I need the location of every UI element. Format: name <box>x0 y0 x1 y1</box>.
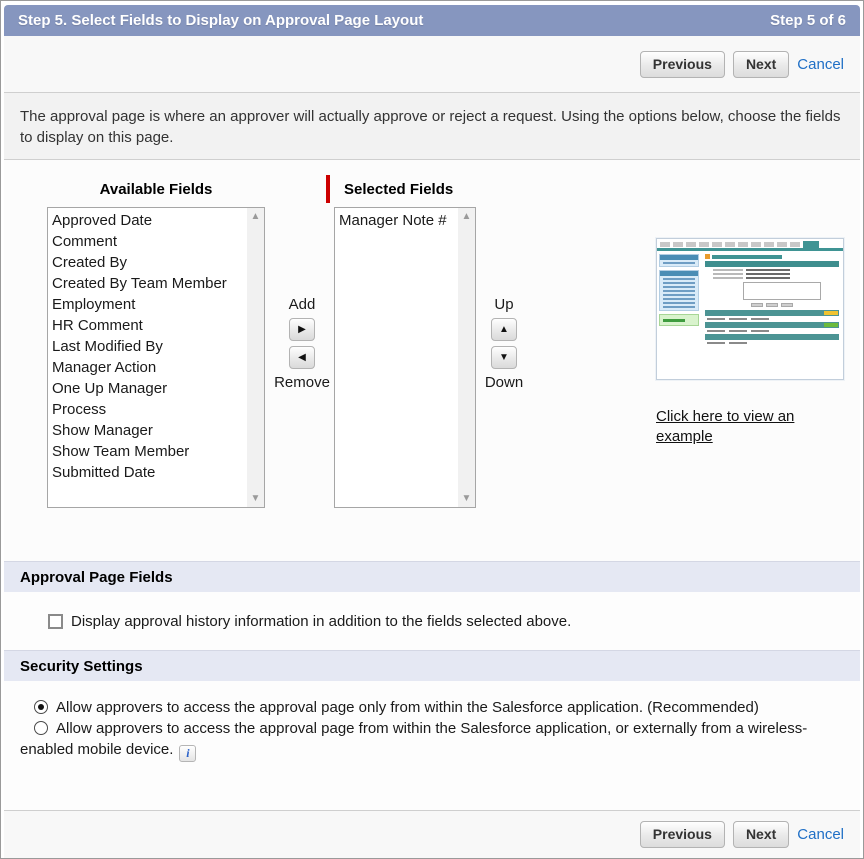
thumbnail-content <box>701 251 843 378</box>
list-item[interactable]: Manager Action <box>52 357 264 378</box>
add-label: Add <box>289 296 316 313</box>
list-item[interactable]: Approved Date <box>52 210 264 231</box>
scroll-up-icon[interactable]: ▲ <box>247 208 264 225</box>
list-item[interactable]: Created By <box>52 252 264 273</box>
scroll-down-icon[interactable]: ▼ <box>247 490 264 507</box>
page-description: The approval page is where an approver w… <box>4 93 860 160</box>
info-icon[interactable]: i <box>179 745 196 762</box>
list-item[interactable]: Created By Team Member <box>52 273 264 294</box>
selected-fields-items: Manager Note # <box>335 208 475 231</box>
section-title: Approval Page Fields <box>20 569 173 586</box>
scroll-up-icon[interactable]: ▲ <box>458 208 475 225</box>
down-label: Down <box>485 374 523 391</box>
wizard-header: Step 5. Select Fields to Display on Appr… <box>4 5 860 36</box>
up-button[interactable]: ▲ <box>491 318 517 341</box>
list-item[interactable]: Manager Note # <box>339 210 475 231</box>
next-button[interactable]: Next <box>733 51 789 78</box>
available-fields-label: Available Fields <box>47 181 265 198</box>
list-item[interactable]: Submitted Date <box>52 462 264 483</box>
display-history-checkbox[interactable] <box>48 614 63 629</box>
list-item[interactable]: Show Manager <box>52 420 264 441</box>
available-fields-listbox[interactable]: Approved Date Comment Created By Created… <box>47 207 265 508</box>
security-option-internal: Allow approvers to access the approval p… <box>20 697 844 718</box>
security-settings-band: Allow approvers to access the approval p… <box>4 681 860 810</box>
radio-mobile-allowed[interactable] <box>34 721 48 735</box>
previous-button[interactable]: Previous <box>640 51 725 78</box>
security-option-internal-label: Allow approvers to access the approval p… <box>56 699 759 716</box>
list-item[interactable]: Process <box>52 399 264 420</box>
right-arrow-icon: ▶ <box>298 324 306 335</box>
remove-button[interactable]: ◀ <box>289 346 315 369</box>
step-indicator: Step 5 of 6 <box>770 12 846 29</box>
cancel-link[interactable]: Cancel <box>797 56 844 73</box>
example-thumbnail[interactable] <box>656 238 844 380</box>
down-button[interactable]: ▼ <box>491 346 517 369</box>
remove-label: Remove <box>274 374 330 391</box>
security-option-mobile: Allow approvers to access the approval p… <box>20 718 844 762</box>
approval-page-fields-header: Approval Page Fields <box>4 561 860 592</box>
reorder-controls: Up ▲ ▼ Down <box>472 296 536 391</box>
selected-fields-label-row: Selected Fields <box>326 175 453 203</box>
cancel-link[interactable]: Cancel <box>797 826 844 843</box>
thumbnail-sidebar <box>657 251 701 378</box>
display-history-checkbox-label: Display approval history information in … <box>71 613 571 630</box>
field-picker: Available Fields Selected Fields Approve… <box>4 160 860 561</box>
section-title: Security Settings <box>20 658 143 675</box>
selected-fields-label: Selected Fields <box>344 181 453 198</box>
list-item[interactable]: Show Team Member <box>52 441 264 462</box>
up-arrow-icon: ▲ <box>499 324 509 335</box>
previous-button[interactable]: Previous <box>640 821 725 848</box>
list-item[interactable]: Comment <box>52 231 264 252</box>
wizard-page: Step 5. Select Fields to Display on Appr… <box>0 0 864 859</box>
list-item[interactable]: HR Comment <box>52 315 264 336</box>
security-settings-header: Security Settings <box>4 650 860 681</box>
add-button[interactable]: ▶ <box>289 318 315 341</box>
approval-page-fields-band: Display approval history information in … <box>4 592 860 650</box>
up-label: Up <box>494 296 513 313</box>
page-title: Step 5. Select Fields to Display on Appr… <box>18 12 423 29</box>
security-option-mobile-label: Allow approvers to access the approval p… <box>20 720 807 758</box>
scroll-down-icon[interactable]: ▼ <box>458 490 475 507</box>
next-button[interactable]: Next <box>733 821 789 848</box>
add-remove-controls: Add ▶ ◀ Remove <box>270 296 334 391</box>
radio-internal-only[interactable] <box>34 700 48 714</box>
top-nav-bar: Previous Next Cancel <box>4 36 860 93</box>
selected-fields-listbox[interactable]: Manager Note # ▲ ▼ <box>334 207 476 508</box>
available-fields-items: Approved Date Comment Created By Created… <box>48 208 264 483</box>
list-item[interactable]: Employment <box>52 294 264 315</box>
thumbnail-tab-bar <box>657 239 843 248</box>
left-arrow-icon: ◀ <box>298 352 306 363</box>
down-arrow-icon: ▼ <box>499 352 509 363</box>
scrollbar[interactable]: ▲ ▼ <box>247 208 264 507</box>
required-indicator-bar <box>326 175 330 203</box>
list-item[interactable]: One Up Manager <box>52 378 264 399</box>
list-item[interactable]: Last Modified By <box>52 336 264 357</box>
bottom-nav-bar: Previous Next Cancel <box>4 810 860 858</box>
view-example-link[interactable]: Click here to view an example <box>656 407 821 447</box>
